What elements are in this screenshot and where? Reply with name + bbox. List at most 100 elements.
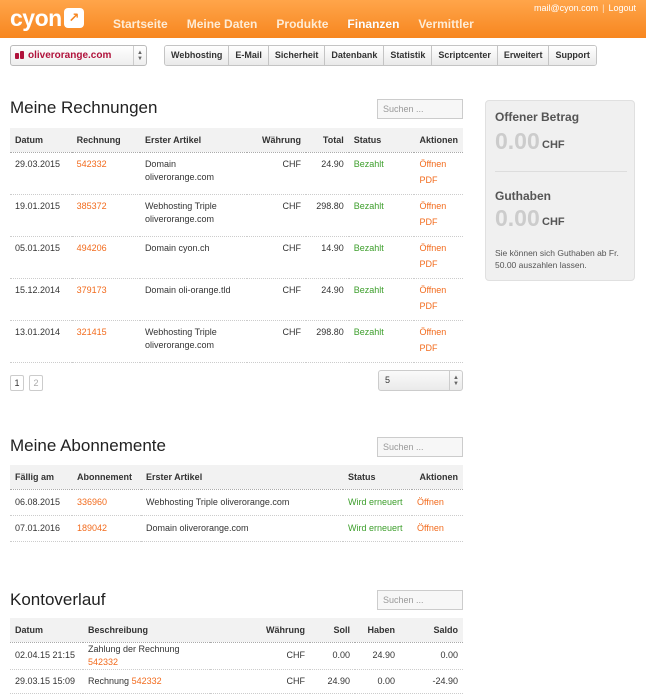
entry-credit: 0.00 — [355, 669, 400, 694]
subscriptions-table: Fällig am Abonnement Erster Artikel Stat… — [10, 465, 463, 542]
sicherheit-button[interactable]: Sicherheit — [268, 46, 326, 65]
open-link[interactable]: Öffnen — [412, 515, 463, 542]
statistik-button[interactable]: Statistik — [384, 46, 433, 65]
subscription-number-link[interactable]: 336960 — [72, 489, 141, 516]
domain-select[interactable]: oliverorange.com ▲ ▼ — [10, 45, 147, 66]
table-row: 19.01.2015 385372 Webhosting Triple olive… — [10, 194, 463, 237]
invoice-status: Bezahlt — [348, 236, 415, 279]
table-row: 15.12.2014 379173 Domain oli-orange.tld … — [10, 278, 463, 321]
col-beschreibung: Beschreibung — [83, 618, 210, 643]
invoice-total: 24.90 — [306, 152, 349, 195]
subscription-status: Wird erneuert — [343, 515, 412, 542]
invoice-currency: CHF — [246, 278, 307, 321]
cyon-logo[interactable]: cyon ↗ — [10, 4, 84, 31]
open-link[interactable]: Öffnen — [419, 326, 458, 339]
credit-value: 0.00 — [495, 205, 540, 231]
invoice-total: 298.80 — [306, 320, 349, 363]
nav-finanzen[interactable]: Finanzen — [347, 17, 399, 31]
logout-link[interactable]: Logout — [608, 3, 636, 13]
col-waehrung: Währung — [246, 128, 307, 153]
pdf-link[interactable]: PDF — [419, 342, 458, 355]
account-search-input[interactable]: Suchen ... — [377, 590, 463, 610]
datenbank-button[interactable]: Datenbank — [325, 46, 385, 65]
invoice-number-link[interactable]: 379173 — [71, 278, 140, 321]
support-button[interactable]: Support — [549, 46, 596, 65]
invoice-actions: Öffnen PDF — [414, 152, 463, 195]
entry-currency: CHF — [210, 642, 310, 670]
invoice-status: Bezahlt — [348, 194, 415, 237]
per-page-value: 5 — [385, 375, 391, 385]
table-row: 06.08.2015 336960 Webhosting Triple oliv… — [10, 489, 463, 516]
subscription-item: Webhosting Triple oliverorange.com — [141, 489, 343, 516]
logo-text: cyon — [10, 4, 62, 31]
email-button[interactable]: E-Mail — [229, 46, 269, 65]
col-soll: Soll — [310, 618, 355, 643]
invoice-date: 29.03.2015 — [10, 152, 72, 195]
col-status: Status — [348, 128, 415, 153]
col-rechnung: Rechnung — [71, 128, 140, 153]
pdf-link[interactable]: PDF — [419, 300, 458, 313]
invoice-date: 05.01.2015 — [10, 236, 72, 279]
pdf-link[interactable]: PDF — [419, 216, 458, 229]
webhosting-button[interactable]: Webhosting — [165, 46, 230, 65]
user-links: mail@cyon.com | Logout — [534, 3, 636, 13]
invoice-ref-link[interactable]: 542332 — [88, 657, 118, 667]
item-line-1: Webhosting Triple — [144, 326, 217, 337]
nav-startseite[interactable]: Startseite — [113, 17, 168, 31]
col-abonnement: Abonnement — [72, 465, 141, 490]
item-line-2: oliverorange.com — [144, 339, 214, 350]
open-link[interactable]: Öffnen — [419, 242, 458, 255]
credit-note: Sie können sich Guthaben ab Fr. 50.00 au… — [495, 248, 619, 270]
invoice-currency: CHF — [246, 194, 307, 237]
entry-debit: 0.00 — [310, 642, 355, 670]
col-waehrung: Währung — [210, 618, 310, 643]
subscriptions-search-input[interactable]: Suchen ... — [377, 437, 463, 457]
subscription-number-link[interactable]: 189042 — [72, 515, 141, 542]
col-total: Total — [306, 128, 349, 153]
invoice-number-link[interactable]: 321415 — [71, 320, 140, 363]
invoice-number-link[interactable]: 494206 — [71, 236, 140, 279]
invoice-currency: CHF — [246, 236, 307, 279]
invoice-ref-link[interactable]: 542332 — [132, 676, 162, 686]
entry-date: 02.04.15 21:15 — [10, 642, 83, 670]
scriptcenter-button[interactable]: Scriptcenter — [432, 46, 498, 65]
table-row: 29.03.15 15:09 Rechnung 542332 CHF 24.90… — [10, 669, 463, 694]
nav-produkte[interactable]: Produkte — [276, 17, 328, 31]
per-page-select[interactable]: 5 ▲ ▼ — [378, 370, 463, 391]
table-row: 13.01.2014 321415 Webhosting Triple olive… — [10, 320, 463, 363]
user-email-link[interactable]: mail@cyon.com — [534, 3, 598, 13]
nav-vermittler[interactable]: Vermittler — [418, 17, 473, 31]
entry-credit: 24.90 — [355, 642, 400, 670]
invoices-search-input[interactable]: Suchen ... — [377, 99, 463, 119]
subscription-item: Domain oliverorange.com — [141, 515, 343, 542]
open-link[interactable]: Öffnen — [419, 158, 458, 171]
invoice-actions: Öffnen PDF — [414, 236, 463, 279]
table-header-row: Datum Rechnung Erster Artikel Währung To… — [10, 128, 463, 153]
subscription-date: 06.08.2015 — [10, 489, 72, 516]
invoice-actions: Öffnen PDF — [414, 194, 463, 237]
invoice-number-link[interactable]: 542332 — [71, 152, 140, 195]
invoice-currency: CHF — [246, 152, 307, 195]
pdf-link[interactable]: PDF — [419, 258, 458, 271]
pdf-link[interactable]: PDF — [419, 174, 458, 187]
product-button-group: Webhosting E-Mail Sicherheit Datenbank S… — [164, 45, 597, 66]
invoice-date: 13.01.2014 — [10, 320, 72, 363]
domain-select-value: oliverorange.com — [28, 50, 112, 61]
description-text: Rechnung — [88, 675, 130, 686]
open-link[interactable]: Öffnen — [419, 284, 458, 297]
erweitert-button[interactable]: Erweitert — [497, 46, 550, 65]
open-link[interactable]: Öffnen — [419, 200, 458, 213]
item-line-1: Domain cyon.ch — [144, 242, 210, 253]
nav-meine-daten[interactable]: Meine Daten — [187, 17, 258, 31]
page-button-1[interactable]: 1 — [10, 375, 24, 391]
page-button-2[interactable]: 2 — [29, 375, 43, 391]
table-row: 07.01.2016 189042 Domain oliverorange.co… — [10, 515, 463, 542]
invoice-date: 15.12.2014 — [10, 278, 72, 321]
open-link[interactable]: Öffnen — [412, 489, 463, 516]
account-history-table: Datum Beschreibung Währung Soll Haben Sa… — [10, 618, 463, 694]
invoice-number-link[interactable]: 385372 — [71, 194, 140, 237]
separator: | — [602, 3, 605, 13]
table-header-row: Datum Beschreibung Währung Soll Haben Sa… — [10, 618, 463, 643]
invoice-currency: CHF — [246, 320, 307, 363]
invoice-total: 298.80 — [306, 194, 349, 237]
